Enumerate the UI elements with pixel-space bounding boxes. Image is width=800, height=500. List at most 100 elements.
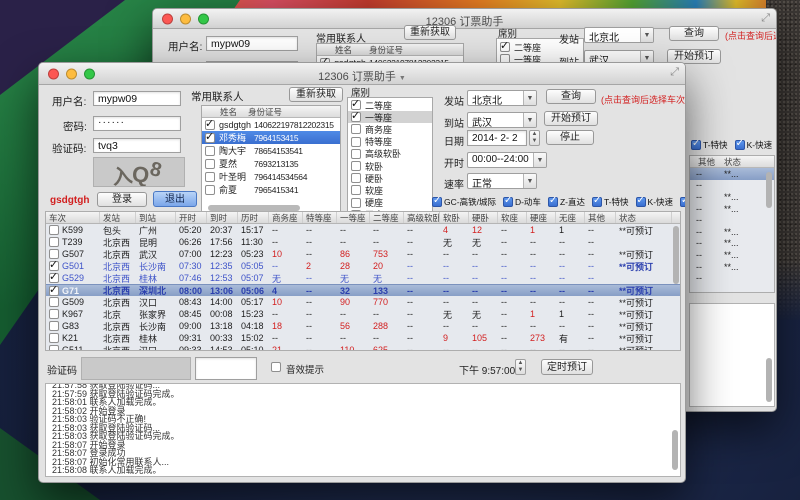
column-header[interactable]: 硬座: [527, 212, 556, 223]
back-log-area[interactable]: [689, 303, 775, 407]
train-row[interactable]: K967北京张家界08:4500:0815:23----------无无--11…: [46, 308, 680, 320]
train-number-cell[interactable]: G529: [46, 273, 100, 283]
column-header[interactable]: 无座: [556, 212, 585, 223]
mini-table-row[interactable]: --**...: [690, 249, 774, 261]
column-header[interactable]: 二等座: [370, 212, 404, 223]
search-button[interactable]: 查询: [546, 89, 596, 104]
train-filter[interactable]: Z-直达: [548, 196, 585, 208]
train-row[interactable]: G501北京西长沙南07:3012:3505:05--22820--------…: [46, 260, 680, 272]
train-number-cell[interactable]: G509: [46, 297, 100, 307]
column-header[interactable]: 车次: [46, 212, 100, 223]
filter-checkbox[interactable]: [680, 197, 686, 207]
scrollbar[interactable]: [673, 226, 679, 284]
train-filter[interactable]: D-动车: [503, 196, 541, 208]
train-number-cell[interactable]: T239: [46, 237, 100, 247]
back-refresh-button[interactable]: 重新获取: [404, 25, 456, 40]
column-header[interactable]: 软座: [498, 212, 527, 223]
mini-table-row[interactable]: --: [690, 272, 774, 284]
contact-checkbox[interactable]: [205, 146, 215, 156]
seat-type-row[interactable]: 软卧: [348, 160, 432, 172]
seat-checkbox[interactable]: [351, 185, 361, 195]
train-number-cell[interactable]: K21: [46, 333, 100, 343]
train-filter[interactable]: 其他: [680, 196, 686, 208]
train-number-cell[interactable]: G71: [46, 286, 100, 296]
column-header[interactable]: 软卧: [440, 212, 469, 223]
column-header[interactable]: 一等座: [337, 212, 370, 223]
contact-row[interactable]: 陶大宇78654153541: [202, 144, 340, 157]
contact-row[interactable]: 叶圣明796414534564: [202, 170, 340, 183]
contact-checkbox[interactable]: [205, 120, 215, 130]
seat-checkbox[interactable]: [351, 137, 361, 147]
from-select[interactable]: 北京北▼: [467, 90, 537, 106]
filter-checkbox[interactable]: [432, 197, 442, 207]
contact-checkbox[interactable]: [205, 185, 215, 195]
column-header[interactable]: 高级软卧: [404, 212, 440, 223]
contacts-list[interactable]: 姓名 身份证号 gsdgtgh140622197812202315邓秀梅7964…: [201, 105, 341, 215]
filter-checkbox[interactable]: [503, 197, 513, 207]
train-checkbox[interactable]: [49, 237, 59, 247]
train-row[interactable]: G509北京西汉口08:4314:0005:1710--90770-------…: [46, 296, 680, 308]
train-table[interactable]: 车次发站到站开时到时历时商务座特等座一等座二等座高级软卧软卧硬卧软座硬座无座其他…: [45, 211, 681, 351]
contact-checkbox[interactable]: [205, 159, 215, 169]
train-filter[interactable]: K-快速: [735, 139, 773, 151]
seat-checkbox[interactable]: [351, 149, 361, 159]
seat-checkbox[interactable]: [351, 112, 361, 122]
chevron-down-icon[interactable]: ▼: [640, 28, 653, 42]
train-row[interactable]: K599包头广州05:2020:3715:17----------412--11…: [46, 224, 680, 236]
train-row[interactable]: G83北京西长沙南09:0013:1804:1818--56288-------…: [46, 320, 680, 332]
column-header[interactable]: 到站: [136, 212, 176, 223]
column-header[interactable]: 到时: [207, 212, 238, 223]
train-filter[interactable]: GC-高铁/城际: [432, 196, 496, 208]
back-search-button[interactable]: 查询: [669, 26, 719, 41]
train-checkbox[interactable]: [49, 321, 59, 331]
seat-checkbox[interactable]: [351, 124, 361, 134]
train-checkbox[interactable]: [49, 261, 59, 271]
username-input[interactable]: mypw09: [93, 91, 181, 106]
timer-value[interactable]: 下午 9:57:00: [459, 362, 515, 377]
train-number-cell[interactable]: K967: [46, 309, 100, 319]
speed-select[interactable]: 正常▼: [467, 173, 537, 189]
scrollbar[interactable]: [766, 172, 772, 208]
contact-row[interactable]: 邓秀梅7964153415: [202, 131, 340, 144]
train-row[interactable]: G511北京西汉口09:3314:5305:1021--110625------…: [46, 344, 680, 351]
quit-button[interactable]: 退出: [153, 191, 197, 207]
fullscreen-icon[interactable]: ⤢: [761, 13, 770, 24]
column-header[interactable]: 其他: [585, 212, 616, 223]
scrollbar[interactable]: [766, 358, 772, 402]
front-titlebar[interactable]: 12306 订票助手 ▼ ⤢: [39, 63, 685, 85]
mini-table-row[interactable]: --**...: [690, 261, 774, 273]
mini-table-row[interactable]: --**...: [690, 168, 774, 180]
column-header[interactable]: 特等座: [303, 212, 337, 223]
train-filter[interactable]: T-特快: [592, 196, 629, 208]
train-number-cell[interactable]: G507: [46, 249, 100, 259]
train-checkbox[interactable]: [49, 286, 59, 296]
log-area[interactable]: 21:57:58 获取登陆验证码...21:57:59 获取登陆验证码完成。21…: [45, 383, 681, 477]
seats-list[interactable]: 二等座一等座商务座特等座高级软卧软卧硬卧软座硬座无座: [347, 97, 433, 221]
column-header[interactable]: 开时: [176, 212, 207, 223]
filter-checkbox[interactable]: [592, 197, 602, 207]
column-header[interactable]: 硬卧: [469, 212, 498, 223]
contact-row[interactable]: gsdgtgh140622197812202315: [202, 118, 340, 131]
filter-checkbox[interactable]: [735, 140, 745, 150]
train-checkbox[interactable]: [49, 273, 59, 283]
mini-table-row[interactable]: --**...: [690, 226, 774, 238]
column-header[interactable]: 商务座: [269, 212, 303, 223]
seat-type-row[interactable]: 商务座: [348, 123, 432, 135]
chevron-down-icon[interactable]: ▼: [523, 91, 536, 105]
mini-table-row[interactable]: --**...: [690, 238, 774, 250]
mini-table-row[interactable]: --**...: [690, 191, 774, 203]
train-row[interactable]: G71北京西深圳北08:0013:0605:064--32133--------…: [46, 284, 680, 296]
refresh-contacts-button[interactable]: 重新获取: [289, 87, 343, 102]
back-username-input[interactable]: mypw09: [206, 36, 298, 51]
train-checkbox[interactable]: [49, 345, 59, 351]
seat-type-row[interactable]: 二等座: [348, 99, 432, 111]
train-checkbox[interactable]: [49, 333, 59, 343]
train-row[interactable]: T239北京西昆明06:2617:5611:30----------无无----…: [46, 236, 680, 248]
seat-type-row[interactable]: 硬座: [348, 197, 432, 209]
chevron-down-icon[interactable]: ▼: [523, 113, 536, 127]
filter-checkbox[interactable]: [548, 197, 558, 207]
column-header[interactable]: 发站: [100, 212, 136, 223]
train-number-cell[interactable]: K599: [46, 225, 100, 235]
seat-type-row[interactable]: 一等座: [348, 111, 432, 123]
filter-checkbox[interactable]: [636, 197, 646, 207]
